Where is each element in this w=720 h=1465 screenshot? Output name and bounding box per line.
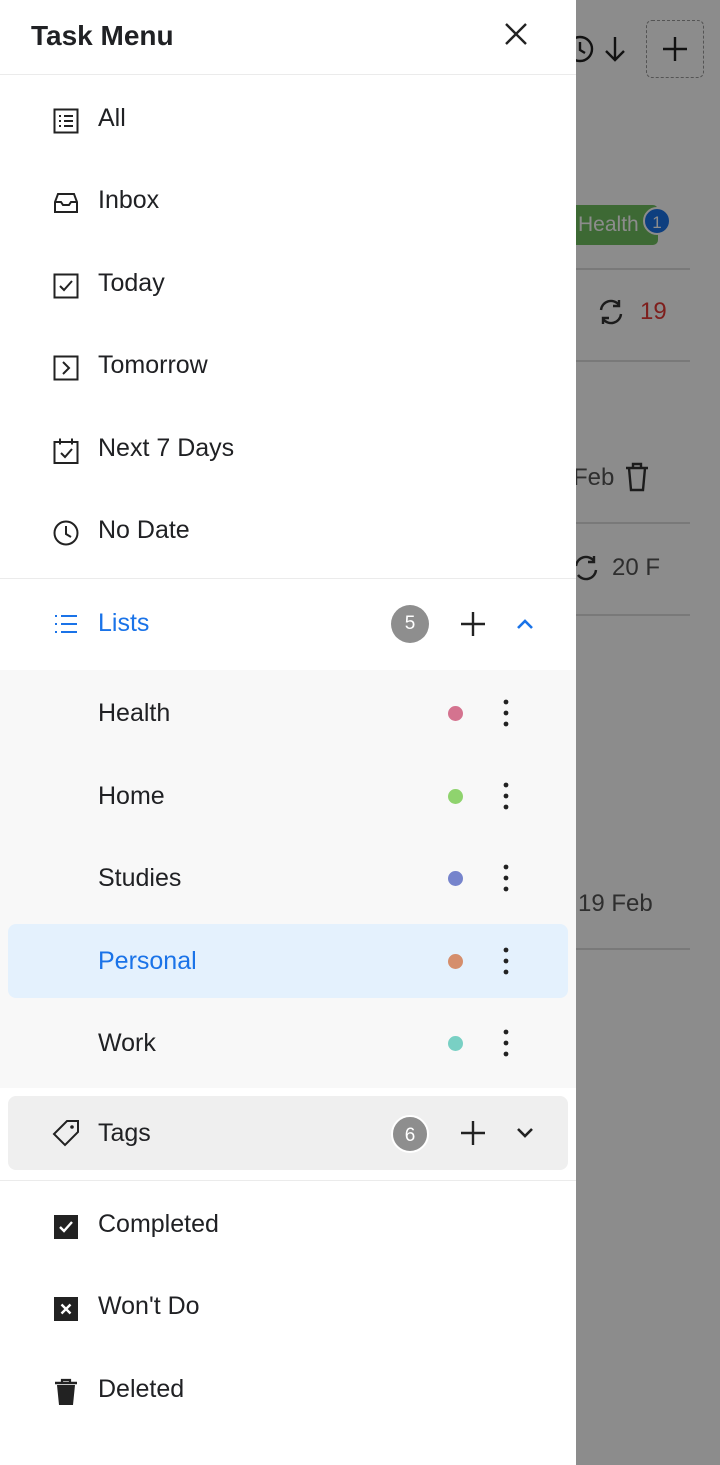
nav-item-today[interactable]: Today (0, 244, 576, 326)
tags-count-badge: 6 (391, 1115, 429, 1153)
more-vertical-icon[interactable] (494, 778, 518, 814)
list-color-dot (448, 1036, 463, 1051)
list-item-personal[interactable]: Personal (8, 924, 568, 998)
nav-item-next-7-days[interactable]: Next 7 Days (0, 409, 576, 491)
add-list-icon[interactable] (458, 609, 488, 639)
nav-item-label: All (98, 104, 126, 132)
nav-item-wont-do[interactable]: Won't Do (0, 1267, 576, 1349)
list-item-label: Health (98, 699, 171, 727)
list-item-home[interactable]: Home (8, 759, 568, 833)
list-box-icon (52, 107, 80, 135)
list-color-dot (448, 954, 463, 969)
divider (0, 1180, 576, 1181)
checkbox-today-icon (52, 272, 80, 300)
chevron-box-icon (52, 354, 80, 382)
nav-item-label: Next 7 Days (98, 434, 235, 462)
nav-item-completed[interactable]: Completed (0, 1185, 576, 1267)
drawer-scrim[interactable] (576, 0, 720, 1465)
more-vertical-icon[interactable] (494, 860, 518, 896)
nav-item-no-date[interactable]: No Date (0, 491, 576, 573)
list-item-work[interactable]: Work (8, 1006, 568, 1080)
nav-item-label: Deleted (98, 1375, 185, 1403)
list-item-label: Personal (98, 947, 197, 975)
clock-icon (52, 519, 80, 547)
list-icon (52, 610, 80, 638)
list-color-dot (448, 706, 463, 721)
nav-item-label: No Date (98, 516, 190, 544)
list-item-label: Home (98, 782, 165, 810)
nav-item-label: Tomorrow (98, 351, 208, 379)
list-item-health[interactable]: Health (8, 676, 568, 750)
list-item-studies[interactable]: Studies (8, 841, 568, 915)
more-vertical-icon[interactable] (494, 695, 518, 731)
add-tag-icon[interactable] (458, 1118, 488, 1148)
x-box-filled-icon (52, 1295, 80, 1323)
nav-item-label: Inbox (98, 186, 160, 214)
list-item-label: Studies (98, 864, 182, 892)
checkbox-filled-icon (52, 1213, 80, 1241)
list-color-dot (448, 789, 463, 804)
drawer-title: Task Menu (31, 20, 174, 51)
nav-item-label: Today (98, 269, 165, 297)
tags-label: Tags (98, 1119, 151, 1147)
lists-label: Lists (98, 609, 150, 637)
inbox-icon (52, 189, 80, 217)
more-vertical-icon[interactable] (494, 943, 518, 979)
nav-item-label: Won't Do (98, 1292, 200, 1320)
nav-item-inbox[interactable]: Inbox (0, 161, 576, 243)
lists-panel: Health Home Studies Personal Work (0, 670, 576, 1088)
close-icon[interactable] (500, 18, 532, 50)
chevron-down-icon[interactable] (512, 1120, 538, 1146)
task-menu-drawer: Task Menu All Inbox Today Tomorrow Next … (0, 0, 576, 1465)
tags-section-header[interactable]: Tags 6 (8, 1096, 568, 1170)
nav-item-deleted[interactable]: Deleted (0, 1350, 576, 1432)
nav-item-all[interactable]: All (0, 79, 576, 161)
lists-section-header[interactable]: Lists 5 (0, 579, 576, 669)
nav-item-tomorrow[interactable]: Tomorrow (0, 326, 576, 408)
nav-item-label: Completed (98, 1210, 219, 1238)
more-vertical-icon[interactable] (494, 1025, 518, 1061)
list-color-dot (448, 871, 463, 886)
drawer-header: Task Menu (0, 0, 576, 75)
chevron-up-icon[interactable] (512, 611, 538, 637)
calendar-check-icon (52, 437, 80, 465)
lists-count-badge: 5 (391, 605, 429, 643)
tag-icon (52, 1119, 80, 1147)
list-item-label: Work (98, 1029, 156, 1057)
trash-icon (52, 1378, 80, 1406)
